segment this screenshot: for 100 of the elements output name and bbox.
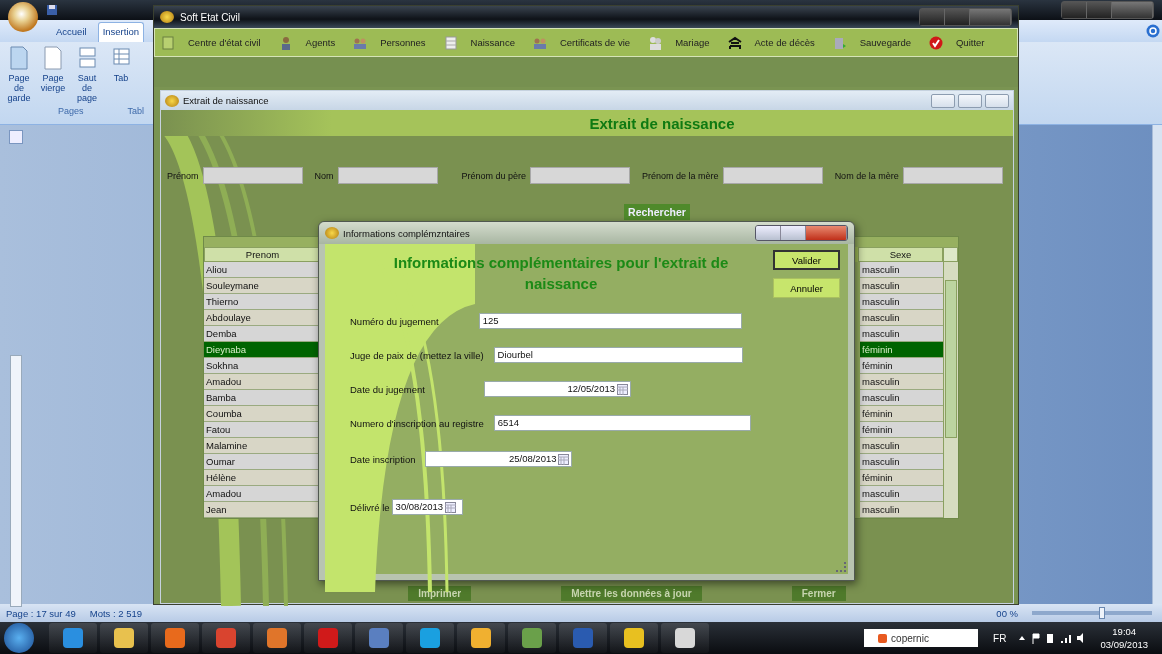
table-cell[interactable]: féminin — [860, 358, 943, 374]
dialog-button[interactable]: Valider — [773, 250, 840, 270]
search-field[interactable] — [202, 167, 303, 184]
field-label: Nom — [314, 170, 334, 181]
taskbar-app-icon[interactable] — [100, 623, 148, 653]
table-cell[interactable]: Coumba — [204, 406, 319, 422]
save-icon[interactable] — [46, 4, 58, 16]
search-field[interactable] — [530, 167, 631, 184]
ribbon-tab[interactable]: Accueil — [52, 23, 91, 42]
taskbar-app-icon[interactable] — [661, 623, 709, 653]
menu-item[interactable]: Acte de décès — [727, 35, 815, 50]
window-controls[interactable] — [755, 225, 848, 241]
table-cell[interactable]: Sokhna — [204, 358, 319, 374]
search-field[interactable] — [902, 167, 1003, 184]
column-header[interactable]: Sexe — [858, 247, 943, 262]
taskbar-app-icon[interactable] — [508, 623, 556, 653]
table-cell[interactable]: Hélène — [204, 470, 319, 486]
table-cell[interactable]: féminin — [860, 342, 943, 358]
table-cell[interactable]: Fatou — [204, 422, 319, 438]
date-field[interactable]: 12/05/2013 — [484, 381, 631, 397]
group-label: Tabl — [127, 106, 145, 118]
column-header[interactable]: Prenom — [204, 247, 321, 262]
taskbar-app-icon[interactable] — [151, 623, 199, 653]
scrollbar[interactable] — [1152, 125, 1162, 604]
table-cell[interactable]: féminin — [860, 422, 943, 438]
page-icon — [77, 46, 97, 70]
help-icon[interactable] — [1146, 24, 1160, 38]
table-cell[interactable]: masculin — [860, 294, 943, 310]
ribbon-button[interactable]: Page vierge — [38, 46, 68, 106]
menu-item-icon — [648, 35, 663, 50]
language-indicator[interactable]: FR — [993, 632, 1007, 644]
table-cell[interactable]: féminin — [860, 406, 943, 422]
table-cell[interactable]: Malamine — [204, 438, 319, 454]
date-field[interactable]: 25/08/2013 — [425, 451, 573, 467]
menu-item[interactable]: Centre d'état civil — [161, 35, 261, 50]
taskbar-app-icon[interactable] — [49, 623, 97, 653]
table-cell[interactable]: Dieynaba — [204, 342, 319, 358]
window-controls[interactable] — [931, 93, 1009, 108]
table-cell[interactable]: Thierno — [204, 294, 319, 310]
search-box[interactable]: copernic — [864, 629, 979, 647]
window-title: Extrait de naissance — [183, 95, 269, 106]
table-cell[interactable]: masculin — [860, 278, 943, 294]
zoom-slider-thumb[interactable] — [1098, 607, 1105, 619]
search-field[interactable] — [722, 167, 823, 184]
table-cell[interactable]: masculin — [860, 374, 943, 390]
table-cell[interactable]: masculin — [860, 310, 943, 326]
table-cell[interactable]: Aliou — [204, 262, 319, 278]
calendar-icon[interactable] — [445, 501, 457, 513]
taskbar-app-icon[interactable] — [610, 623, 658, 653]
calendar-icon[interactable] — [558, 453, 570, 465]
table-cell[interactable]: Oumar — [204, 454, 319, 470]
delete-icon[interactable] — [943, 247, 958, 262]
input-field[interactable]: Diourbel — [493, 347, 743, 363]
field-label: Délivré le — [350, 501, 390, 513]
table-cell[interactable]: Abdoulaye — [204, 310, 319, 326]
menu-item[interactable]: Naissance — [443, 35, 515, 50]
table-cell[interactable]: féminin — [860, 470, 943, 486]
ruler-toggle[interactable] — [9, 130, 23, 144]
ribbon-tab[interactable]: Insertion — [97, 22, 145, 42]
field-label: Prénom du père — [461, 170, 527, 181]
calendar-icon[interactable] — [617, 383, 628, 395]
table-cell[interactable]: masculin — [860, 262, 943, 278]
scrollbar[interactable] — [943, 262, 958, 518]
window-controls[interactable] — [1061, 1, 1154, 19]
date-field[interactable]: 30/08/2013 — [391, 499, 463, 515]
table-cell[interactable]: Bamba — [204, 390, 319, 406]
table-cell[interactable]: masculin — [860, 486, 943, 502]
search-field[interactable] — [337, 167, 438, 184]
table-cell[interactable]: masculin — [860, 326, 943, 342]
input-field[interactable]: 125 — [478, 313, 742, 329]
menu-item[interactable]: Sauvegarde — [832, 35, 911, 50]
table-cell[interactable]: masculin — [860, 454, 943, 470]
resize-grip[interactable] — [836, 562, 846, 572]
table-cell[interactable]: Demba — [204, 326, 319, 342]
menu-item[interactable]: Agents — [278, 35, 336, 50]
table-cell[interactable]: Jean — [204, 502, 319, 518]
taskbar-app-icon[interactable] — [457, 623, 505, 653]
start-button[interactable] — [4, 623, 34, 653]
menu-item[interactable]: Mariage — [648, 35, 710, 50]
ribbon-button[interactable]: Page de garde — [4, 46, 34, 106]
group-label: Pages — [58, 106, 84, 118]
menu-item[interactable]: Quitter — [928, 35, 985, 50]
ribbon-button[interactable]: Saut de page — [72, 46, 102, 106]
table-cell[interactable]: Amadou — [204, 374, 319, 390]
ribbon-button[interactable]: Tab — [106, 46, 136, 106]
menu-item[interactable]: Certificats de vie — [532, 35, 631, 50]
taskbar-app-icon[interactable] — [406, 623, 454, 653]
table-cell[interactable]: Souleymane — [204, 278, 319, 294]
field-label: Numéro du jugement — [350, 315, 439, 327]
table-cell[interactable]: masculin — [860, 438, 943, 454]
table-cell[interactable]: Amadou — [204, 486, 319, 502]
table-cell[interactable]: masculin — [860, 502, 943, 518]
input-field[interactable]: 6514 — [493, 415, 751, 431]
dialog-button[interactable]: Annuler — [773, 278, 840, 298]
menu-item[interactable]: Personnes — [353, 35, 426, 50]
search-button[interactable]: Rechercher — [624, 204, 690, 220]
taskbar-app-icon[interactable] — [253, 623, 301, 653]
table-cell[interactable]: masculin — [860, 390, 943, 406]
office-button[interactable] — [8, 2, 38, 32]
window-controls[interactable] — [919, 8, 1012, 26]
